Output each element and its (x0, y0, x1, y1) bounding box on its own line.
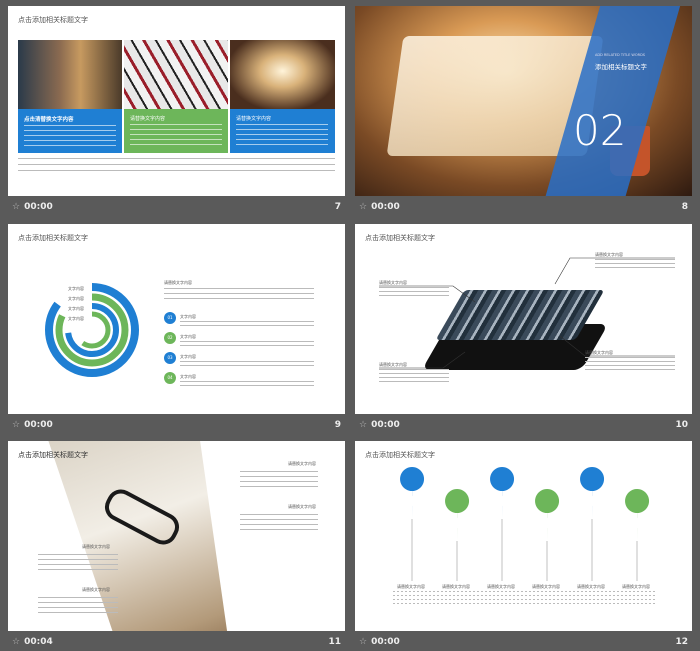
star-icon: ☆ (359, 202, 368, 212)
pin-label: 请替换文字内容 (622, 584, 650, 589)
slide-timing: 00:04 (24, 637, 53, 647)
text-label: 请替换文字内容 (288, 461, 316, 466)
slide-11[interactable]: 点击添加相关标题文字 请替换文字内容 请替换文字内容 请替换文字内容 请替换文字… (8, 441, 345, 631)
star-icon: ☆ (12, 202, 21, 212)
library-photo (18, 40, 122, 109)
slide-timing: 00:00 (371, 420, 400, 430)
side-heading: 请替换文字内容 (164, 280, 192, 285)
pin-icon (535, 489, 560, 581)
slide-thumb-8[interactable]: ADD RELATED TITLE WORDS 添加相关标题文字 02 ☆ 00:… (355, 6, 692, 216)
ring-label: 文字内容 (68, 306, 84, 311)
item-label: 文字内容 (180, 334, 196, 339)
slide-10[interactable]: 点击添加相关标题文字 请替换文字内容 请替换文字内容 请替换文字内容 请替换文字… (355, 224, 692, 414)
slide-status-bar: ☆ 00:04 11 (8, 633, 345, 651)
slide-number: 7 (334, 202, 341, 212)
card-heading: 请替换文字内容 (236, 116, 272, 122)
pin-label: 请替换文字内容 (487, 584, 515, 589)
item-label: 文字内容 (180, 314, 196, 319)
card-body-lines (236, 124, 328, 146)
footer-text-lines (18, 158, 335, 174)
open-book-photo (230, 40, 335, 109)
slide-title: 点击添加相关标题文字 (18, 234, 88, 242)
slide-number: 8 (681, 202, 688, 212)
slide-number: 11 (328, 637, 341, 647)
text-lines (240, 514, 318, 530)
slide-thumb-12[interactable]: 点击添加相关标题文字 请替换文字内容 请替换文字内容 请替换文字内容 请替换文字… (355, 441, 692, 649)
text-label: 请替换文字内容 (82, 544, 110, 549)
pin-label: 请替换文字内容 (442, 584, 470, 589)
books-photo (124, 40, 228, 109)
slide-thumb-9[interactable]: 点击添加相关标题文字 文字内容 文字内容 文字内容 文字内容 请替换文字内容 0… (8, 224, 345, 434)
slide-number: 12 (675, 637, 688, 647)
section-kicker: ADD RELATED TITLE WORDS (595, 53, 645, 57)
intro-text-lines (164, 288, 314, 302)
slide-9[interactable]: 点击添加相关标题文字 文字内容 文字内容 文字内容 文字内容 请替换文字内容 0… (8, 224, 345, 414)
pin-label: 请替换文字内容 (397, 584, 425, 589)
pin-label: 请替换文字内容 (532, 584, 560, 589)
card-body-lines (130, 124, 222, 146)
slide-status-bar: ☆ 00:00 10 (355, 416, 692, 434)
slide-12[interactable]: 点击添加相关标题文字 请替换文字内容 请替换文字内容 请替换文字内容 请替换文字… (355, 441, 692, 631)
slide-timing: 00:00 (371, 202, 400, 212)
item-text (180, 321, 314, 329)
slide-thumb-10[interactable]: 点击添加相关标题文字 请替换文字内容 请替换文字内容 请替换文字内容 请替换文字… (355, 224, 692, 434)
pin-icon (490, 467, 515, 581)
pin-label: 请替换文字内容 (577, 584, 605, 589)
pin-icon (445, 489, 470, 581)
text-label: 请替换文字内容 (288, 504, 316, 509)
slide-number: 10 (675, 420, 688, 430)
pin-text-lines (393, 591, 657, 605)
section-number: 02 (573, 106, 627, 155)
slide-title: 点击添加相关标题文字 (18, 16, 88, 24)
slide-8[interactable]: ADD RELATED TITLE WORDS 添加相关标题文字 02 (355, 6, 692, 196)
callout-lines (379, 257, 675, 369)
star-icon: ☆ (359, 637, 368, 647)
slide-status-bar: ☆ 00:00 8 (355, 198, 692, 216)
badge-icon: 03 (164, 352, 176, 364)
text-card-2[interactable]: 请替换文字内容 (124, 109, 228, 153)
slide-number: 9 (334, 420, 341, 430)
pin-icon (625, 489, 650, 581)
ring-label: 文字内容 (68, 296, 84, 301)
item-text (180, 381, 314, 389)
slide-title: 点击添加相关标题文字 (18, 451, 88, 459)
text-lines (38, 597, 118, 613)
badge-icon: 02 (164, 332, 176, 344)
text-lines (240, 471, 318, 487)
slide-thumb-7[interactable]: 点击添加相关标题文字 点击清替换文字内容 请替换文字内容 请替换文字内容 ☆ 00… (8, 6, 345, 216)
star-icon: ☆ (12, 637, 21, 647)
star-icon: ☆ (359, 420, 368, 430)
card-heading: 点击清替换文字内容 (24, 117, 74, 123)
slide-timing: 00:00 (371, 637, 400, 647)
badge-icon: 01 (164, 312, 176, 324)
slide-timing: 00:00 (24, 420, 53, 430)
slide-timing: 00:00 (24, 202, 53, 212)
slide-thumb-11[interactable]: 点击添加相关标题文字 请替换文字内容 请替换文字内容 请替换文字内容 请替换文字… (8, 441, 345, 649)
ring-label: 文字内容 (68, 286, 84, 291)
star-icon: ☆ (12, 420, 21, 430)
ring-label: 文字内容 (68, 316, 84, 321)
pin-icon (400, 467, 425, 581)
item-text (180, 341, 314, 349)
slide-status-bar: ☆ 00:00 9 (8, 416, 345, 434)
item-label: 文字内容 (180, 354, 196, 359)
item-label: 文字内容 (180, 374, 196, 379)
badge-icon: 04 (164, 372, 176, 384)
slide-status-bar: ☆ 00:00 7 (8, 198, 345, 216)
section-title: 添加相关标题文字 (595, 63, 647, 71)
card-heading: 请替换文字内容 (130, 116, 166, 122)
slide-7[interactable]: 点击添加相关标题文字 点击清替换文字内容 请替换文字内容 请替换文字内容 (8, 6, 345, 196)
item-text (180, 361, 314, 369)
text-lines (38, 554, 118, 570)
text-label: 请替换文字内容 (82, 587, 110, 592)
card-body-lines (24, 125, 116, 147)
ring-chart (45, 283, 139, 377)
pin-icon (580, 467, 605, 581)
text-card-1[interactable]: 点击清替换文字内容 (18, 109, 122, 153)
slide-status-bar: ☆ 00:00 12 (355, 633, 692, 651)
text-card-3[interactable]: 请替换文字内容 (230, 109, 335, 153)
